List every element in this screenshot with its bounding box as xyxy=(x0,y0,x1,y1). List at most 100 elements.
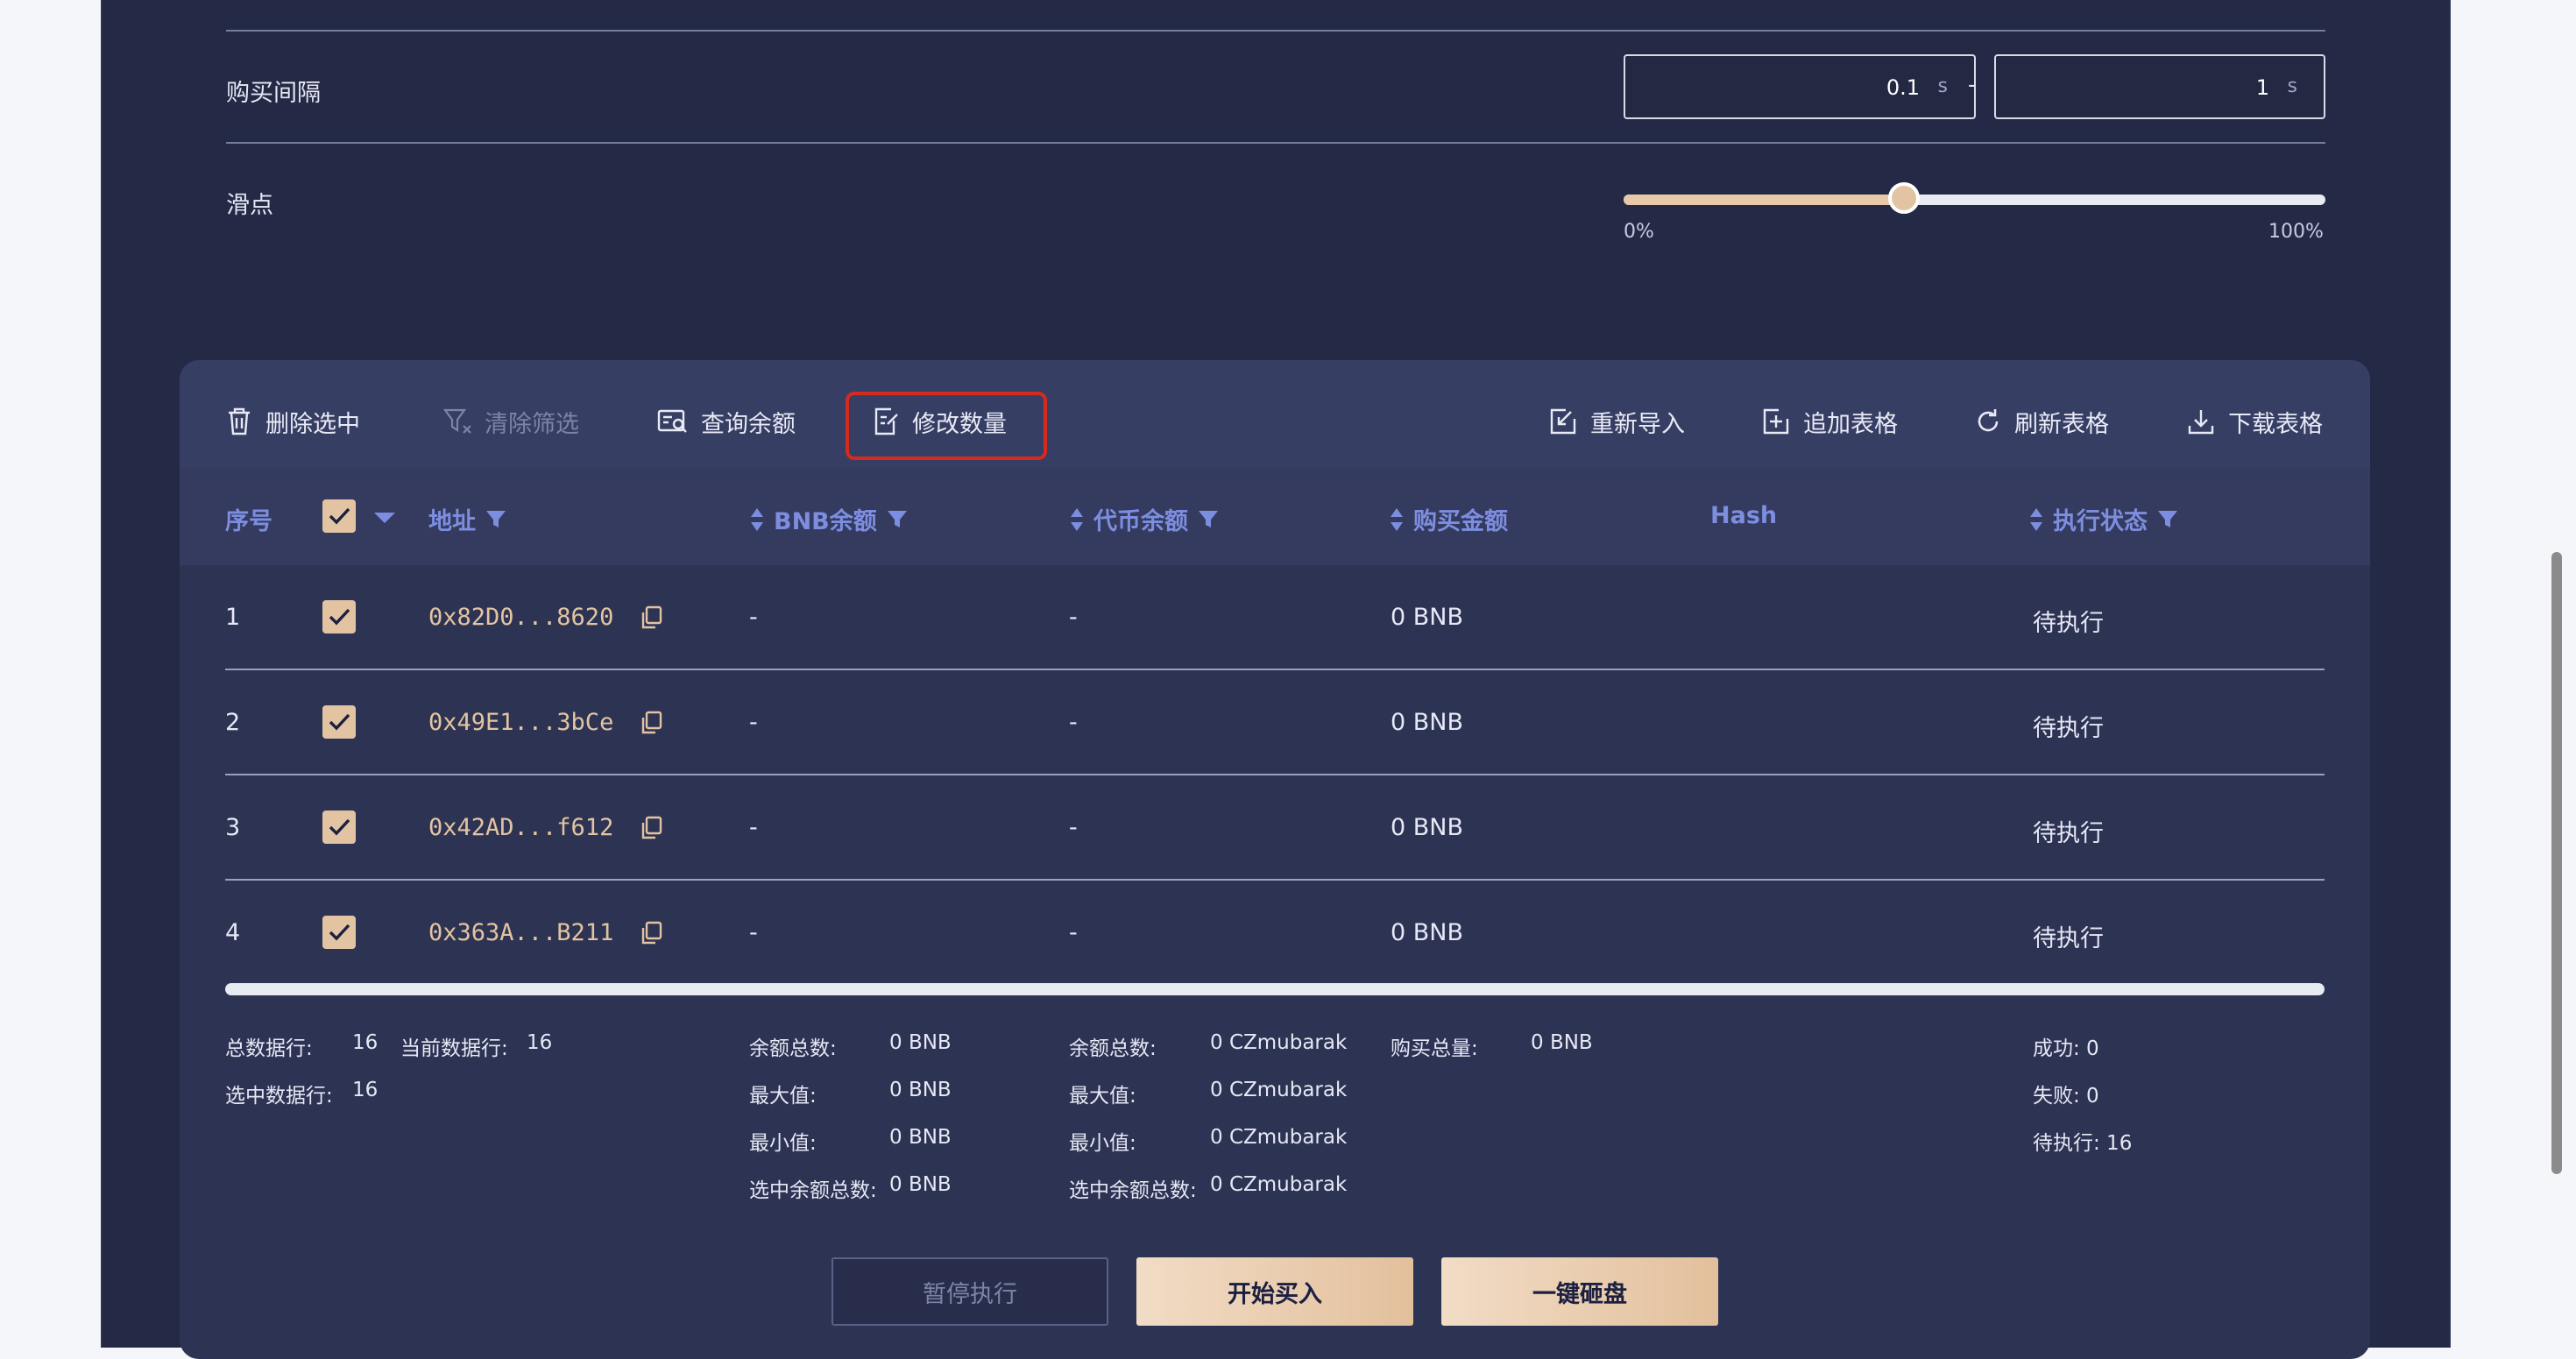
token-selected-label: 选中余额总数: xyxy=(1069,1179,1197,1202)
filter-icon[interactable] xyxy=(1197,508,1220,531)
copy-icon[interactable] xyxy=(640,921,662,945)
interval-unit: s xyxy=(2287,75,2297,97)
copy-icon[interactable] xyxy=(640,711,662,735)
table-row[interactable]: 3 0x42AD...f612 - - 0 BNB 待执行 xyxy=(180,775,2370,881)
token-selected-value: 0 CZmubarak xyxy=(1210,1173,1348,1196)
slider-handle[interactable] xyxy=(1888,182,1921,214)
check-icon xyxy=(329,924,350,941)
bnb-selected-value: 0 BNB xyxy=(889,1173,952,1196)
copy-icon[interactable] xyxy=(640,816,662,840)
sort-icon[interactable] xyxy=(749,506,765,533)
bnb-total-label: 余额总数: xyxy=(749,1037,837,1060)
interval-max-input[interactable]: 1 s xyxy=(1994,54,2325,119)
row-address: 0x42AD...f612 xyxy=(428,814,614,841)
table-toolbar: 删除选中 清除筛选 查询余额 修改数量 重新导入 追加表格 刷新表格 下载表格 xyxy=(180,360,2370,469)
row-checkbox[interactable] xyxy=(322,705,356,739)
clear-filter-button[interactable]: 清除筛选 xyxy=(442,404,579,439)
token-max-value: 0 CZmubarak xyxy=(1210,1079,1348,1101)
row-checkbox[interactable] xyxy=(322,916,356,949)
table-row[interactable]: 2 0x49E1...3bCe - - 0 BNB 待执行 xyxy=(180,670,2370,775)
download-table-button[interactable]: 下载表格 xyxy=(2186,404,2323,439)
query-balance-label: 查询余额 xyxy=(701,410,796,438)
filter-icon[interactable] xyxy=(2156,508,2179,531)
slider-min-label: 0% xyxy=(1624,221,1654,243)
header-buy-label: 购买金额 xyxy=(1413,508,1508,535)
token-total-value: 0 CZmubarak xyxy=(1210,1031,1348,1054)
append-table-label: 追加表格 xyxy=(1803,410,1898,438)
selected-rows-value: 16 xyxy=(352,1079,379,1101)
filter-icon[interactable] xyxy=(485,508,507,531)
table-row[interactable]: 4 0x363A...B211 - - 0 BNB 待执行 xyxy=(180,881,2370,984)
row-checkbox[interactable] xyxy=(322,810,356,844)
query-balance-button[interactable]: 查询余额 xyxy=(657,404,796,439)
divider xyxy=(226,30,2325,32)
failed-count: 失败: 0 xyxy=(2033,1085,2099,1108)
start-buy-button[interactable]: 开始买入 xyxy=(1136,1257,1413,1326)
refresh-table-button[interactable]: 刷新表格 xyxy=(1974,404,2109,439)
table-row[interactable]: 1 0x82D0...8620 - - 0 BNB 待执行 xyxy=(180,565,2370,670)
row-index: 3 xyxy=(225,814,241,841)
import-icon xyxy=(1550,408,1576,435)
bnb-min-value: 0 BNB xyxy=(889,1126,952,1149)
download-icon xyxy=(2188,410,2214,435)
row-buy-amount: 0 BNB xyxy=(1391,604,1464,631)
row-status: 待执行 xyxy=(2033,925,2104,952)
append-table-button[interactable]: 追加表格 xyxy=(1761,404,1898,439)
clear-filter-label: 清除筛选 xyxy=(485,410,579,438)
row-bnb-balance: - xyxy=(749,709,758,736)
row-index: 2 xyxy=(225,709,241,736)
interval-min-value: 0.1 xyxy=(1886,75,1920,100)
download-table-label: 下载表格 xyxy=(2228,410,2323,438)
row-token-balance: - xyxy=(1069,604,1078,631)
caret-down-icon[interactable] xyxy=(372,511,397,525)
sort-icon[interactable] xyxy=(1069,506,1085,533)
row-address: 0x82D0...8620 xyxy=(428,604,614,631)
check-icon xyxy=(329,507,350,525)
trash-icon xyxy=(229,407,250,435)
row-token-balance: - xyxy=(1069,919,1078,946)
row-checkbox[interactable] xyxy=(322,600,356,633)
header-buy-amount: 购买金额 xyxy=(1380,502,1508,536)
current-rows-label: 当前数据行: xyxy=(400,1037,508,1060)
row-address: 0x363A...B211 xyxy=(428,919,614,946)
row-bnb-balance: - xyxy=(749,604,758,631)
row-buy-amount: 0 BNB xyxy=(1391,814,1464,841)
filter-icon[interactable] xyxy=(886,508,909,531)
copy-icon[interactable] xyxy=(640,605,662,630)
bnb-selected-label: 选中余额总数: xyxy=(749,1179,877,1202)
bnb-max-value: 0 BNB xyxy=(889,1079,952,1101)
row-address: 0x49E1...3bCe xyxy=(428,709,614,736)
select-all-checkbox[interactable] xyxy=(322,499,356,533)
horizontal-scrollbar[interactable] xyxy=(225,983,2325,995)
current-rows-value: 16 xyxy=(527,1031,553,1054)
header-bnb-label: BNB余额 xyxy=(774,508,877,535)
slippage-label: 滑点 xyxy=(226,192,273,219)
check-icon xyxy=(329,713,350,731)
success-count: 成功: 0 xyxy=(2033,1037,2099,1060)
sort-icon[interactable] xyxy=(1389,506,1405,533)
reimport-button[interactable]: 重新导入 xyxy=(1548,404,1685,439)
row-buy-amount: 0 BNB xyxy=(1391,919,1464,946)
header-bnb-balance: BNB余额 xyxy=(740,502,917,536)
reimport-label: 重新导入 xyxy=(1590,410,1685,438)
pause-button[interactable]: 暂停执行 xyxy=(832,1257,1108,1326)
sort-icon[interactable] xyxy=(2028,506,2044,533)
delete-selected-button[interactable]: 删除选中 xyxy=(225,404,360,439)
header-token-label: 代币余额 xyxy=(1093,508,1188,535)
bnb-total-value: 0 BNB xyxy=(889,1031,952,1054)
row-index: 1 xyxy=(225,604,241,631)
refresh-table-label: 刷新表格 xyxy=(2014,410,2109,438)
add-square-icon xyxy=(1763,408,1789,435)
header-token-balance: 代币余额 xyxy=(1060,502,1228,536)
row-status: 待执行 xyxy=(2033,820,2104,847)
slippage-slider[interactable] xyxy=(1624,182,2325,214)
total-rows-label: 总数据行: xyxy=(225,1037,313,1060)
page-scrollbar[interactable] xyxy=(2551,552,2562,1174)
token-max-label: 最大值: xyxy=(1069,1085,1136,1108)
row-status: 待执行 xyxy=(2033,610,2104,637)
row-status: 待执行 xyxy=(2033,715,2104,742)
dump-all-button[interactable]: 一键砸盘 xyxy=(1441,1257,1718,1326)
row-bnb-balance: - xyxy=(749,814,758,841)
interval-min-input[interactable]: 0.1 s xyxy=(1624,54,1976,119)
header-status: 执行状态 xyxy=(2020,502,2188,536)
